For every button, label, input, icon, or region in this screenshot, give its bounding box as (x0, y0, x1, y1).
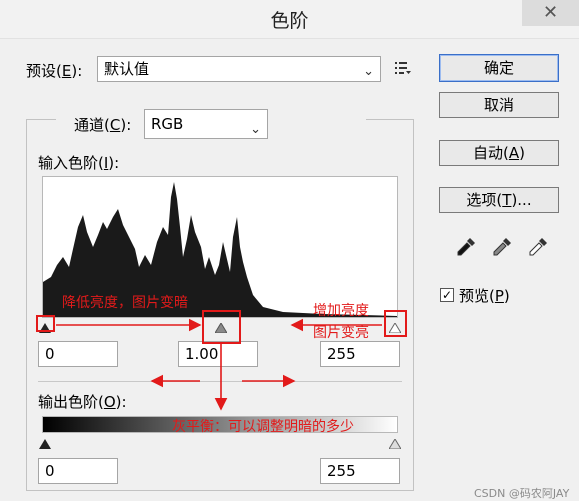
watermark: CSDN @码农阿JAY (474, 487, 570, 500)
black-point-highlight-box (36, 315, 55, 332)
white-point-highlight-box (384, 310, 407, 337)
annotation-darken: 降低亮度，图片变暗 (62, 295, 188, 311)
annotation-brighten-2: 图片变亮 (313, 325, 369, 341)
annotation-brighten-1: 增加亮度 (313, 303, 369, 319)
annotation-balance: 灰平衡：可以调整明暗的多少 (172, 419, 354, 435)
gamma-highlight-box (202, 310, 241, 344)
